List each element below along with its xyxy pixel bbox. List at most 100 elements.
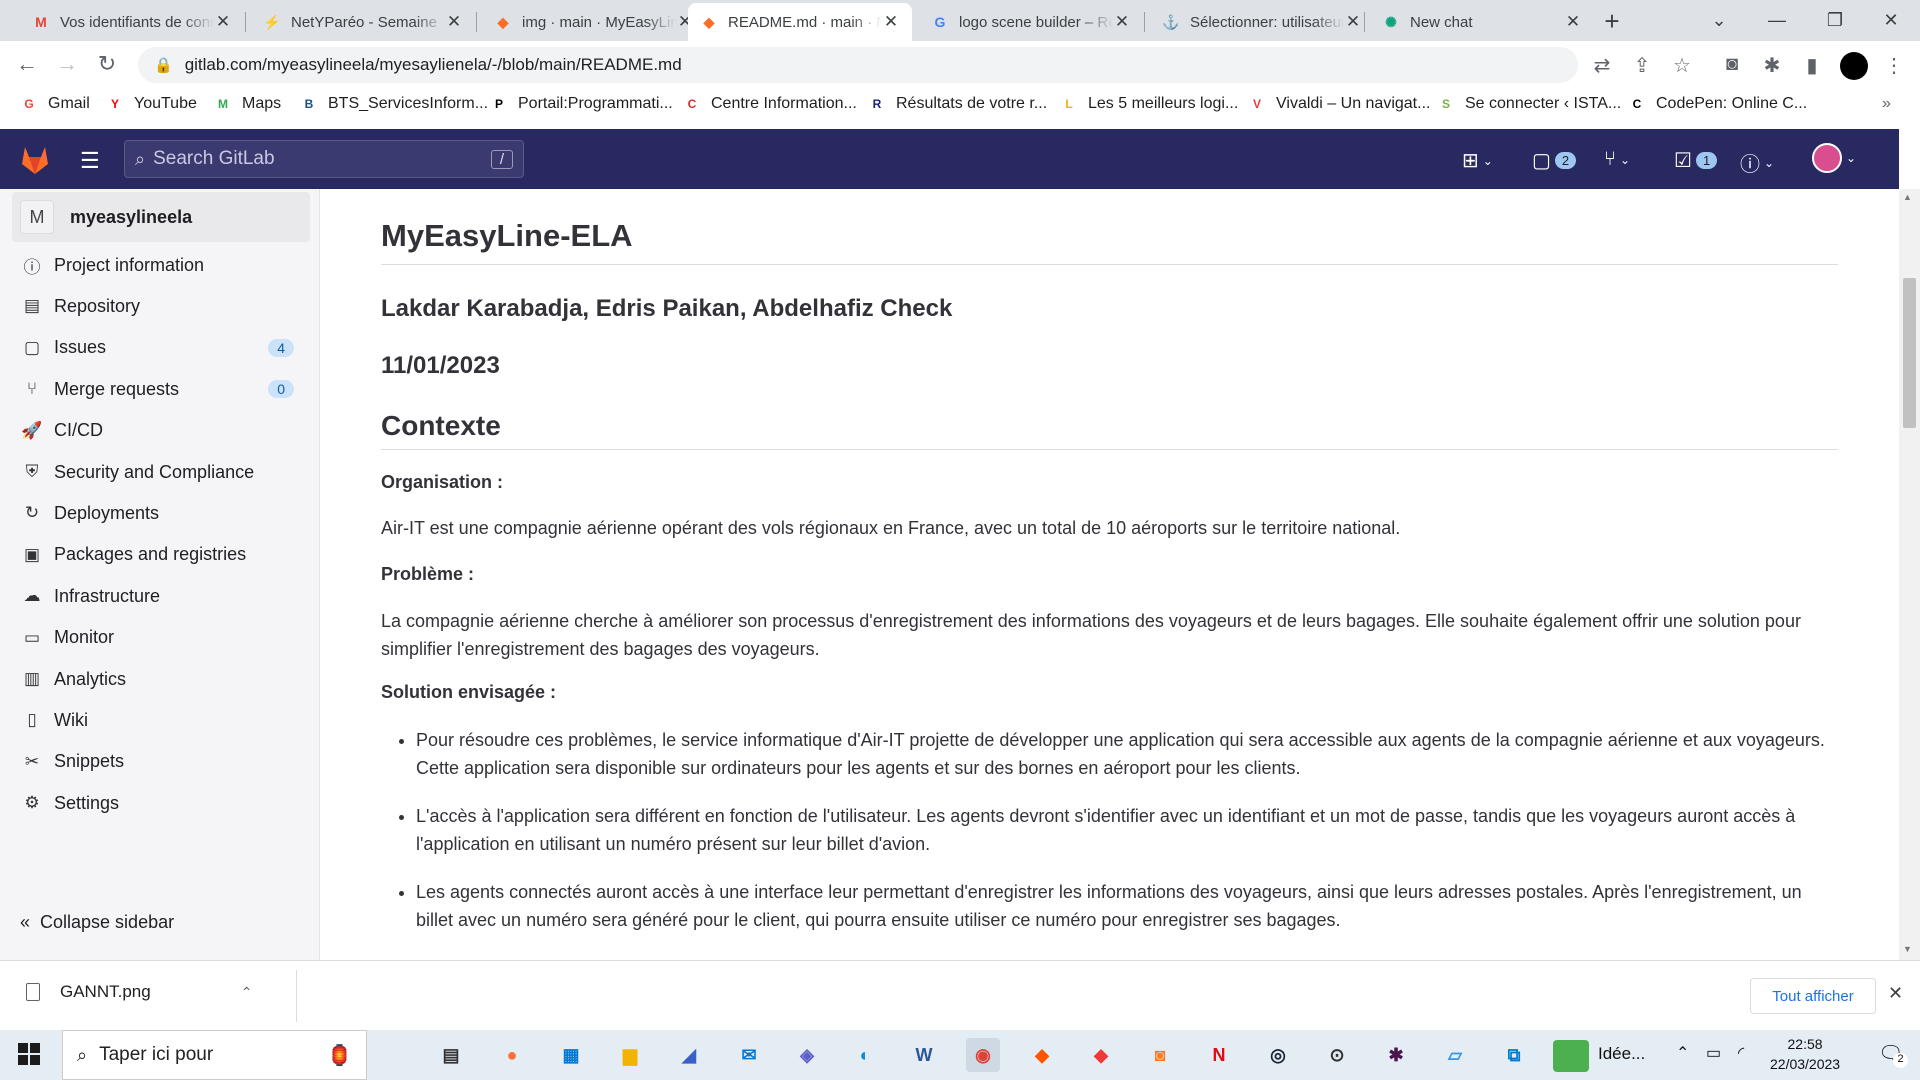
back-icon[interactable]: ← [14, 51, 40, 77]
sidebar-item-repository[interactable]: ▤ Repository [22, 288, 294, 324]
chrome-icon[interactable]: ◉ [966, 1038, 1000, 1072]
more-bookmarks-icon[interactable]: » [1882, 95, 1891, 113]
scroll-up-icon[interactable]: ▲ [1903, 192, 1912, 202]
taskbar-search-input[interactable]: ⌕ Taper ici pour 🏮 [62, 1030, 367, 1080]
sidebar-item-settings[interactable]: ⚙ Settings [22, 785, 294, 821]
project-header[interactable]: M myeasylineela [12, 192, 310, 242]
camera-icon[interactable]: ◙ [1720, 53, 1744, 76]
bookmark-star-icon[interactable]: ☆ [1670, 53, 1694, 78]
chevron-up-icon[interactable]: ⌃ [241, 984, 253, 1001]
taskbar-clock[interactable]: 22:58 22/03/2023 [1770, 1034, 1840, 1074]
bookmark-item[interactable]: Y YouTube [106, 95, 197, 113]
bookmark-item[interactable]: R Résultats de votre r... [868, 95, 1048, 113]
collapse-sidebar-button[interactable]: « Collapse sidebar [20, 912, 174, 933]
steam-icon[interactable]: ◎ [1261, 1038, 1295, 1072]
side-panel-icon[interactable]: ▮ [1800, 53, 1824, 78]
close-tab-icon[interactable]: ✕ [445, 12, 463, 32]
idea-app-icon[interactable] [1553, 1040, 1589, 1072]
firefox-icon[interactable]: ● [495, 1038, 529, 1072]
extensions-icon[interactable]: ✱ [1760, 53, 1784, 78]
sidebar-item-ci-cd[interactable]: 🚀 CI/CD [21, 413, 294, 449]
sidebar-item-project-information[interactable]: ⓘ Project information [22, 247, 294, 283]
close-download-bar-icon[interactable]: ✕ [1888, 983, 1903, 1004]
azure-data-studio-icon[interactable]: ◢ [672, 1038, 706, 1072]
sidebar-item-deployments[interactable]: ↻ Deployments [22, 495, 294, 531]
sidebar-item-analytics[interactable]: ▥ Analytics [22, 661, 294, 697]
app-icon[interactable]: ◈ [790, 1038, 824, 1072]
sidebar-item-security-and-compliance[interactable]: ⛨ Security and Compliance [22, 454, 294, 490]
merge-requests-button[interactable]: ⑂ ⌄ [1604, 148, 1630, 171]
browser-tab[interactable]: ⚡ NetYParéo - Semaine ✕ [251, 3, 475, 41]
close-window-button[interactable]: ✕ [1862, 0, 1920, 41]
store-icon[interactable]: ▦ [554, 1038, 588, 1072]
show-hidden-icons-icon[interactable]: ⌃ [1676, 1043, 1689, 1063]
todos-button[interactable]: ☑ 1 [1674, 148, 1718, 173]
bookmark-item[interactable]: M Maps [214, 95, 281, 113]
browser-tab[interactable]: ✺ New chat ✕ [1370, 3, 1594, 41]
scroll-down-icon[interactable]: ▼ [1903, 944, 1912, 954]
bookmark-item[interactable]: C Centre Information... [683, 95, 857, 113]
gitlab-search-input[interactable]: ⌕ Search GitLab / [124, 140, 524, 178]
browser-tab[interactable]: ◆ README.md · main · MyEasyLine✕ [688, 3, 912, 41]
idea-app-label[interactable]: Idée... [1598, 1044, 1645, 1064]
sidebar-item-merge-requests[interactable]: ⑂ Merge requests 0 [22, 371, 294, 407]
reload-icon[interactable]: ↻ [94, 51, 120, 77]
bookmark-item[interactable]: C CodePen: Online C... [1628, 95, 1808, 113]
brave-icon[interactable]: ◆ [1025, 1038, 1059, 1072]
show-all-downloads-button[interactable]: Tout afficher [1750, 978, 1876, 1014]
hamburger-menu-icon[interactable]: ☰ [80, 148, 100, 174]
tab-search-icon[interactable]: ⌄ [1690, 0, 1748, 41]
browser-tab[interactable]: ⚓ Sélectionner: utilisateurs ✕ [1150, 3, 1374, 41]
notepad-icon[interactable]: ▱ [1438, 1038, 1472, 1072]
new-tab-button[interactable]: + [1597, 6, 1627, 36]
word-icon[interactable]: W [907, 1038, 941, 1072]
sidebar-item-infrastructure[interactable]: ☁ Infrastructure [22, 578, 294, 614]
device-icon[interactable]: ▭ [1706, 1043, 1721, 1063]
task-view-icon[interactable]: ▤ [434, 1038, 468, 1072]
bookmark-item[interactable]: P Portail:Programmati... [490, 95, 673, 113]
slack-icon[interactable]: ✱ [1379, 1038, 1413, 1072]
close-tab-icon[interactable]: ✕ [1113, 12, 1131, 32]
sidebar-item-issues[interactable]: ▢ Issues 4 [22, 330, 294, 366]
profile-avatar[interactable] [1840, 52, 1868, 80]
mail-icon[interactable]: ✉ [732, 1038, 766, 1072]
help-button[interactable]: ⓘ ⌄ [1740, 148, 1774, 177]
bookmark-item[interactable]: V Vivaldi – Un navigat... [1248, 95, 1430, 113]
translate-icon[interactable]: ⇄ [1590, 53, 1614, 78]
menu-icon[interactable]: ⋮ [1882, 53, 1906, 78]
issues-button[interactable]: ▢ 2 [1532, 148, 1577, 173]
wifi-icon[interactable]: ◜ [1738, 1043, 1744, 1063]
user-menu-button[interactable]: ⌄ [1812, 143, 1856, 173]
windows-start-icon[interactable] [18, 1043, 40, 1065]
bookmark-item[interactable]: S Se connecter ‹ ISTA... [1437, 95, 1621, 113]
bookmark-item[interactable]: B BTS_ServicesInform... [300, 95, 488, 113]
netflix-icon[interactable]: N [1202, 1038, 1236, 1072]
edge-icon[interactable]: ◐ [848, 1038, 882, 1072]
address-bar[interactable]: 🔒 gitlab.com/myeasylineela/myesaylienela… [138, 47, 1578, 83]
create-new-button[interactable]: ⊞ ⌄ [1462, 148, 1493, 173]
close-tab-icon[interactable]: ✕ [1564, 12, 1582, 32]
forward-icon[interactable]: → [54, 51, 80, 77]
close-tab-icon[interactable]: ✕ [214, 12, 232, 32]
xampp-icon[interactable]: ◙ [1143, 1038, 1177, 1072]
gitlab-logo-icon[interactable] [18, 143, 52, 175]
restore-button[interactable]: ❐ [1806, 0, 1864, 41]
vivaldi-icon[interactable]: ◆ [1084, 1038, 1118, 1072]
share-icon[interactable]: ⇪ [1630, 53, 1654, 78]
bookmark-item[interactable]: L Les 5 meilleurs logi... [1060, 95, 1238, 113]
bookmark-item[interactable]: G Gmail [20, 95, 89, 113]
file-explorer-icon[interactable]: ▆ [613, 1038, 647, 1072]
vscode-icon[interactable]: ⧉ [1497, 1038, 1531, 1072]
browser-tab[interactable]: M Vos identifiants de connexion✕ [20, 3, 244, 41]
vpn-icon[interactable]: ⊙ [1320, 1038, 1354, 1072]
sidebar-item-packages-and-registries[interactable]: ▣ Packages and registries [22, 537, 294, 573]
sidebar-item-monitor[interactable]: ▭ Monitor [22, 620, 294, 656]
minimize-button[interactable]: — [1748, 0, 1806, 41]
close-tab-icon[interactable]: ✕ [1344, 12, 1362, 32]
download-item[interactable]: GANNT.png ⌃ [26, 982, 252, 1002]
sidebar-item-snippets[interactable]: ✂ Snippets [22, 744, 294, 780]
scrollbar-thumb[interactable] [1903, 278, 1916, 428]
browser-tab[interactable]: ◆ img · main · MyEasyLine ✕ [482, 3, 706, 41]
close-tab-icon[interactable]: ✕ [882, 12, 900, 32]
browser-tab[interactable]: Glogo scene builder – Recherche✕ [919, 3, 1143, 41]
